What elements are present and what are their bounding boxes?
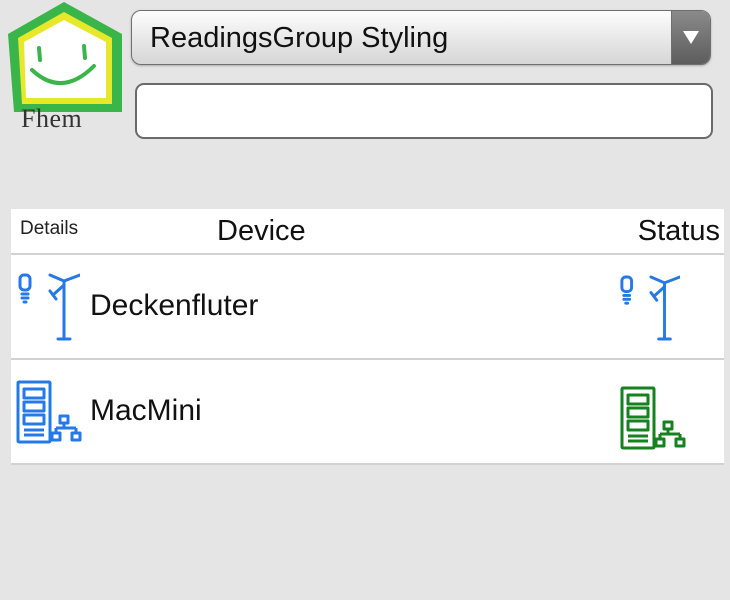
room-select-value: ReadingsGroup Styling <box>150 22 449 54</box>
status-column-header: Status <box>637 215 720 247</box>
device-row-macmini[interactable]: MacMini <box>11 360 724 465</box>
command-input[interactable] <box>135 83 713 139</box>
details-header-link[interactable]: Details <box>20 218 78 240</box>
floor-lamp-status-icon[interactable] <box>618 275 680 341</box>
device-row-deckenfluter[interactable]: Deckenfluter <box>11 255 724 360</box>
fhem-page: Fhem ReadingsGroup Styling Details Devic… <box>0 0 730 600</box>
server-network-status-icon[interactable] <box>620 386 686 452</box>
device-name[interactable]: MacMini <box>90 394 202 428</box>
select-arrow-button[interactable] <box>671 11 710 64</box>
floor-lamp-icon <box>16 273 80 341</box>
server-network-icon <box>16 380 82 446</box>
fhem-logo[interactable]: Fhem <box>4 0 130 138</box>
device-column-header: Device <box>217 215 306 247</box>
device-table: Details Device Status Deckenfluter MacMi… <box>11 209 724 465</box>
chevron-down-icon <box>683 31 699 44</box>
room-select[interactable]: ReadingsGroup Styling <box>131 10 711 65</box>
table-header: Details Device Status <box>11 209 724 255</box>
device-name[interactable]: Deckenfluter <box>90 289 258 323</box>
logo-text: Fhem <box>21 104 83 133</box>
